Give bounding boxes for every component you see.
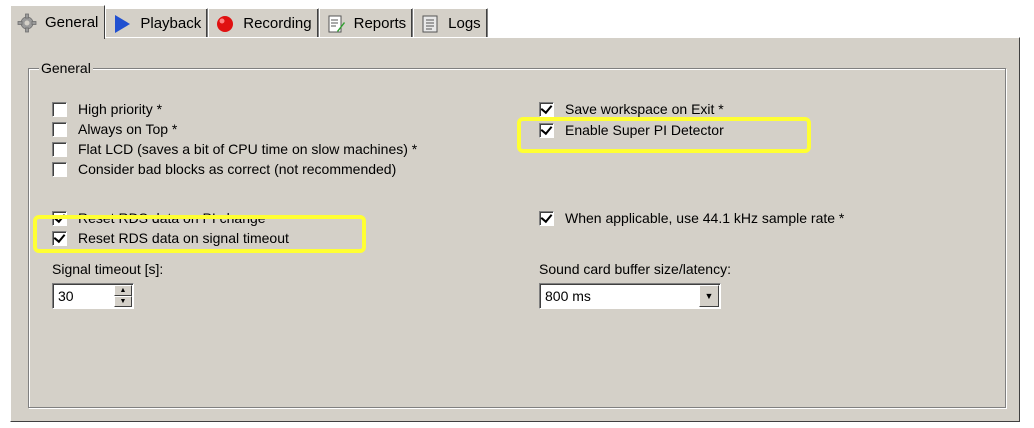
- general-panel: General High priority * Always on Top * …: [10, 37, 1020, 422]
- play-icon: [112, 14, 132, 34]
- tab-strip: General Playback Recording Reports Logs: [10, 4, 488, 39]
- tab-recording[interactable]: Recording: [208, 8, 319, 38]
- tab-logs-label: Logs: [448, 15, 481, 32]
- tab-reports-label: Reports: [353, 15, 407, 32]
- tab-reports[interactable]: Reports: [318, 8, 414, 38]
- tab-logs[interactable]: Logs: [413, 8, 488, 38]
- super-pi-label: Enable Super PI Detector: [565, 122, 724, 138]
- record-icon: [215, 14, 235, 34]
- sound-buffer-label: Sound card buffer size/latency:: [539, 261, 731, 277]
- flat-lcd-box[interactable]: [52, 141, 67, 157]
- groupbox-title: General: [39, 60, 93, 76]
- stepper-down-button[interactable]: ▼: [114, 296, 132, 307]
- flat-lcd-checkbox[interactable]: Flat LCD (saves a bit of CPU time on slo…: [52, 139, 417, 159]
- bad-blocks-checkbox[interactable]: Consider bad blocks as correct (not reco…: [52, 159, 396, 179]
- save-workspace-checkbox[interactable]: Save workspace on Exit *: [539, 99, 724, 119]
- sample-rate-checkbox[interactable]: When applicable, use 44.1 kHz sample rat…: [539, 208, 844, 228]
- tab-playback-label: Playback: [140, 15, 202, 32]
- reset-timeout-label: Reset RDS data on signal timeout: [78, 230, 289, 246]
- high-priority-checkbox[interactable]: High priority *: [52, 99, 162, 119]
- dropdown-arrow-icon[interactable]: ▼: [699, 285, 719, 307]
- stepper-buttons: ▲ ▼: [114, 285, 132, 307]
- gear-icon: [17, 13, 37, 33]
- always-on-top-label: Always on Top *: [78, 121, 178, 137]
- report-icon: [326, 14, 346, 34]
- reset-timeout-checkbox[interactable]: Reset RDS data on signal timeout: [52, 228, 289, 248]
- sample-rate-box[interactable]: [539, 210, 554, 226]
- log-icon: [420, 14, 440, 34]
- reset-pi-box[interactable]: [52, 210, 67, 226]
- sample-rate-label: When applicable, use 44.1 kHz sample rat…: [565, 210, 845, 226]
- tab-general[interactable]: General: [10, 5, 106, 39]
- always-on-top-box[interactable]: [52, 121, 67, 137]
- save-workspace-box[interactable]: [539, 101, 554, 117]
- reset-pi-checkbox[interactable]: Reset RDS data on PI change: [52, 208, 266, 228]
- flat-lcd-label: Flat LCD (saves a bit of CPU time on slo…: [78, 141, 418, 157]
- tab-general-label: General: [45, 14, 99, 31]
- tab-recording-label: Recording: [243, 15, 312, 32]
- reset-pi-label: Reset RDS data on PI change: [78, 210, 266, 226]
- tab-playback[interactable]: Playback: [105, 8, 209, 38]
- bad-blocks-label: Consider bad blocks as correct (not reco…: [78, 161, 397, 177]
- signal-timeout-label: Signal timeout [s]:: [52, 261, 164, 277]
- super-pi-box[interactable]: [539, 122, 554, 138]
- signal-timeout-stepper[interactable]: 30 ▲ ▼: [52, 283, 134, 309]
- bad-blocks-box[interactable]: [52, 161, 67, 177]
- always-on-top-checkbox[interactable]: Always on Top *: [52, 119, 177, 139]
- signal-timeout-value: 30: [58, 288, 74, 304]
- stepper-up-button[interactable]: ▲: [114, 285, 132, 296]
- sound-buffer-value: 800 ms: [545, 288, 591, 304]
- super-pi-checkbox[interactable]: Enable Super PI Detector: [539, 120, 724, 140]
- general-groupbox: General High priority * Always on Top * …: [28, 60, 1006, 408]
- high-priority-label: High priority *: [78, 101, 163, 117]
- reset-timeout-box[interactable]: [52, 230, 67, 246]
- save-workspace-label: Save workspace on Exit *: [565, 101, 724, 117]
- high-priority-box[interactable]: [52, 101, 67, 117]
- sound-buffer-select[interactable]: 800 ms ▼: [539, 283, 721, 309]
